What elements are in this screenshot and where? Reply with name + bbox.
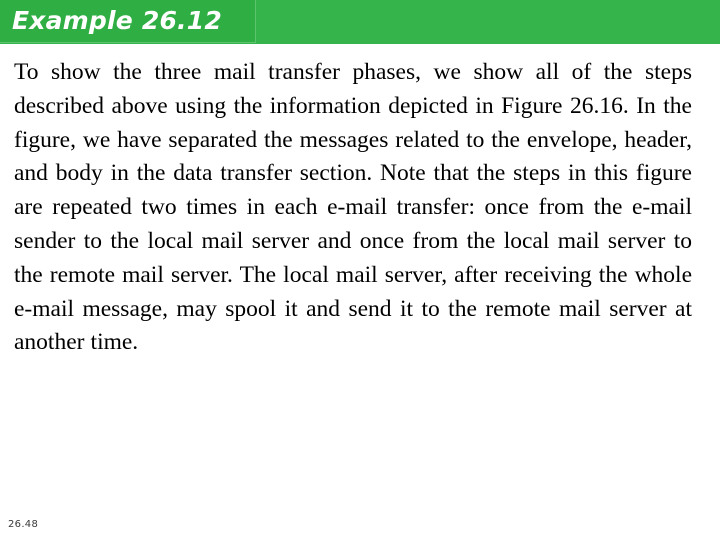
footer-page-number: 26.48 [8, 519, 39, 530]
body-content-area: To show the three mail transfer phases, … [14, 56, 692, 360]
slide: Example 26.12 To show the three mail tra… [0, 0, 720, 540]
body-paragraph: To show the three mail transfer phases, … [14, 59, 692, 356]
page-title: Example 26.12 [12, 6, 222, 35]
title-banner: Example 26.12 [0, 0, 720, 44]
